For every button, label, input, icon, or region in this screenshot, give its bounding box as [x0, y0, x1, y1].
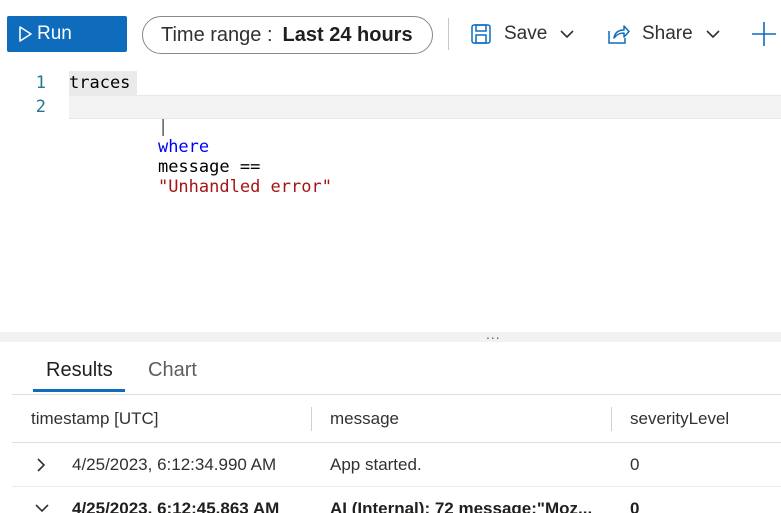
tab-results[interactable]: Results: [46, 359, 113, 382]
share-button[interactable]: Share: [606, 18, 721, 50]
time-range-value: Last 24 hours: [282, 23, 413, 46]
active-tab-indicator: [33, 389, 125, 392]
chevron-down-icon[interactable]: [559, 26, 575, 42]
chevron-down-icon[interactable]: [34, 501, 50, 513]
chevron-down-icon[interactable]: [705, 26, 721, 42]
table-row[interactable]: 4/25/2023, 6:12:34.990 AM App started. 0: [12, 443, 781, 487]
column-header-timestamp[interactable]: timestamp [UTC]: [31, 409, 159, 429]
share-icon: [608, 25, 630, 44]
indent-guide: |: [157, 117, 169, 137]
table-row[interactable]: 4/25/2023, 6:12:45.863 AM AI (Internal):…: [12, 487, 781, 513]
save-icon: [471, 24, 491, 44]
pane-splitter[interactable]: ...: [0, 326, 781, 342]
cell-severity: 0: [630, 455, 640, 474]
code-string: "Unhandled error": [157, 177, 332, 197]
current-line-border-top: [69, 95, 781, 96]
query-toolbar: Run Time range : Last 24 hours Save Shar…: [0, 0, 781, 66]
run-button-label: Run: [37, 23, 72, 44]
column-divider[interactable]: [311, 407, 312, 431]
code-line-2: | where message == "Unhandled error": [117, 97, 332, 217]
column-header-severity[interactable]: severityLevel: [630, 409, 729, 429]
toolbar-divider: [448, 18, 449, 50]
cell-timestamp: 4/25/2023, 6:12:45.863 AM: [72, 499, 280, 513]
column-divider[interactable]: [611, 407, 612, 431]
splitter-handle[interactable]: ...: [486, 326, 501, 342]
cell-severity: 0: [630, 499, 640, 513]
tab-chart[interactable]: Chart: [148, 359, 197, 382]
code-line-1: traces: [69, 73, 131, 93]
results-table-header: timestamp [UTC] message severityLevel: [12, 395, 781, 443]
time-range-picker[interactable]: Time range : Last 24 hours: [142, 16, 433, 54]
chevron-right-icon[interactable]: [34, 457, 48, 473]
results-tabs: Results Chart: [0, 342, 781, 394]
cell-message: App started.: [330, 455, 422, 474]
line-number: 1: [35, 73, 46, 93]
cell-message: AI (Internal): 72 message:"Moz...: [330, 499, 593, 513]
code-field: message ==: [157, 157, 261, 177]
line-number: 2: [35, 97, 46, 117]
run-button[interactable]: Run: [7, 16, 127, 52]
share-button-label: Share: [642, 23, 693, 44]
play-icon: [19, 26, 32, 42]
plus-icon[interactable]: [750, 20, 778, 48]
save-button[interactable]: Save: [470, 18, 575, 50]
keyword-where: where: [157, 137, 210, 157]
save-button-label: Save: [504, 23, 548, 44]
cell-timestamp: 4/25/2023, 6:12:34.990 AM: [72, 455, 277, 474]
query-editor[interactable]: 1 2 traces | where message == "Unhandled…: [0, 66, 781, 332]
time-range-label: Time range :: [161, 23, 273, 46]
column-header-message[interactable]: message: [330, 409, 399, 429]
